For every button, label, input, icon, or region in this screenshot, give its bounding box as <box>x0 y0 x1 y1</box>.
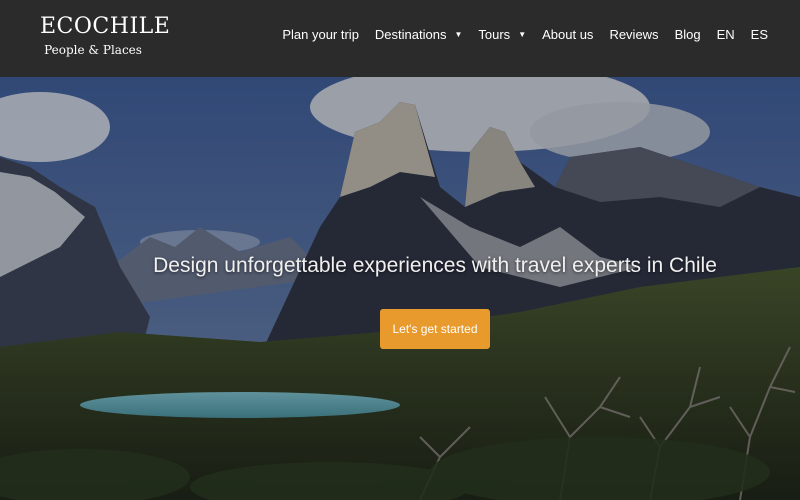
main-nav: Plan your trip Destinations ▼ Tours ▼ Abou… <box>282 24 768 44</box>
nav-label: Plan your trip <box>282 26 359 42</box>
nav-tours[interactable]: Tours ▼ <box>478 27 526 42</box>
nav-label: ES <box>750 26 768 42</box>
nav-reviews[interactable]: Reviews <box>609 27 658 42</box>
caret-down-icon: ▼ <box>454 29 463 39</box>
nav-about-us[interactable]: About us <box>542 27 593 42</box>
get-started-button[interactable]: Let's get started <box>380 309 490 349</box>
logo-tagline: People & Places <box>44 43 142 57</box>
nav-label: About us <box>542 26 594 42</box>
nav-label: Reviews <box>609 26 659 42</box>
nav-lang-en[interactable]: EN <box>717 27 735 42</box>
nav-destinations[interactable]: Destinations ▼ <box>375 27 462 42</box>
nav-label: EN <box>716 26 735 42</box>
nav-label: Blog <box>674 26 701 42</box>
nav-blog[interactable]: Blog <box>675 27 701 42</box>
nav-label: Tours <box>478 26 511 42</box>
caret-down-icon: ▼ <box>518 29 527 39</box>
nav-lang-es[interactable]: ES <box>751 27 768 42</box>
nav-plan-your-trip[interactable]: Plan your trip <box>282 27 359 42</box>
hero: Design unforgettable experiences with tr… <box>0 77 800 500</box>
hero-overlay <box>0 77 800 500</box>
hero-headline: Design unforgettable experiences with tr… <box>153 254 717 277</box>
logo[interactable]: ECOCHILE People & Places <box>40 14 171 58</box>
logo-title: ECOCHILE <box>40 14 171 39</box>
site-header: ECOCHILE People & Places Plan your trip … <box>0 0 800 77</box>
nav-label: Destinations <box>374 26 447 42</box>
